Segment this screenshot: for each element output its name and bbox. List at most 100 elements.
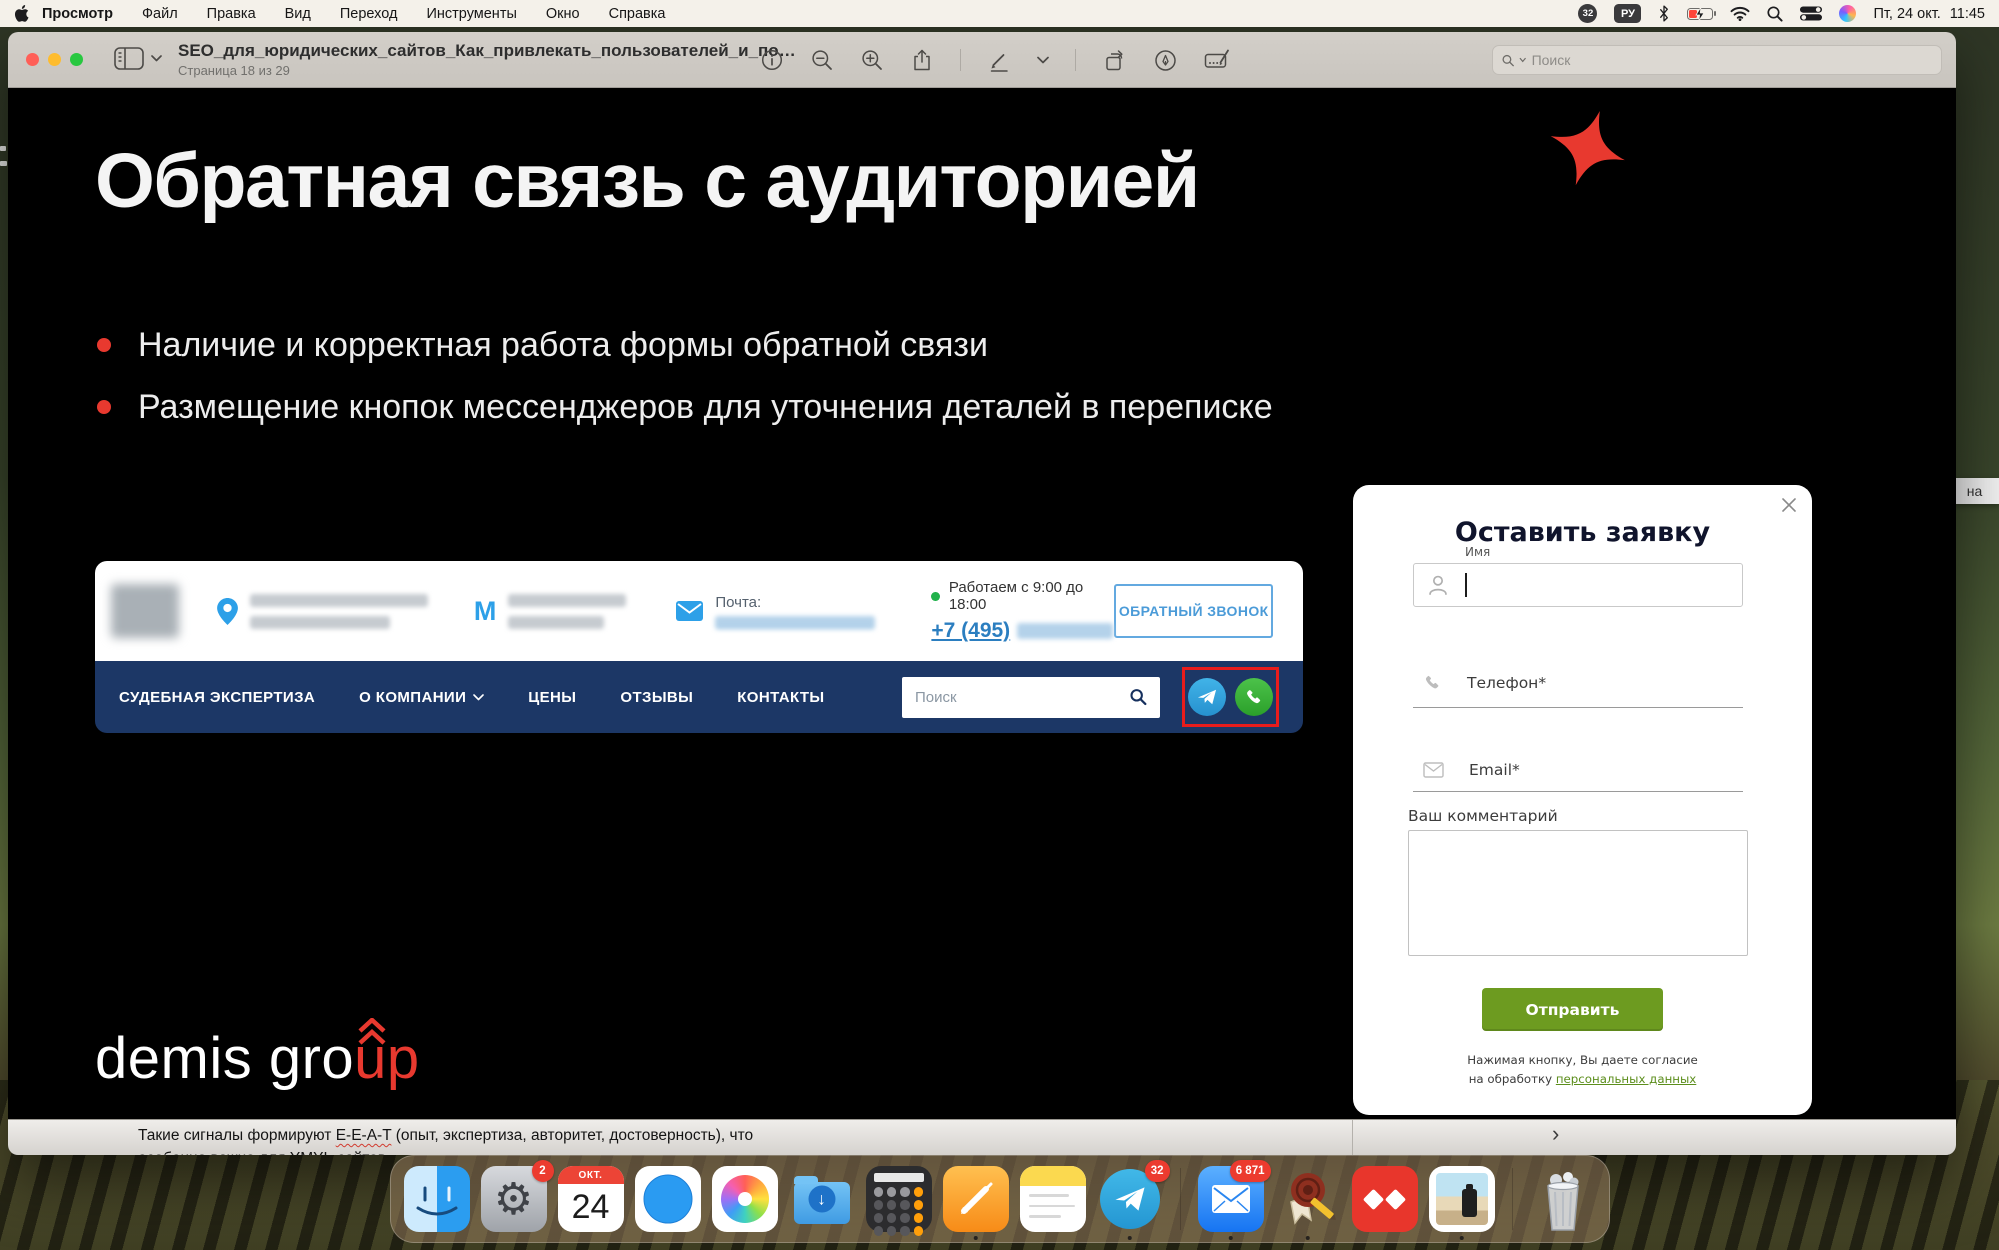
phone-label: Телефон* bbox=[1467, 674, 1546, 692]
phone-blurred bbox=[1017, 623, 1113, 639]
pen-circle-button[interactable] bbox=[1153, 48, 1178, 73]
minimize-window-button[interactable] bbox=[48, 53, 61, 66]
personal-data-link[interactable]: персональных данных bbox=[1556, 1072, 1696, 1086]
bullet-item: Размещение кнопок мессенджеров для уточн… bbox=[95, 383, 1295, 432]
calendar-month: ОКТ. bbox=[558, 1166, 624, 1184]
control-center-icon[interactable] bbox=[1800, 6, 1822, 21]
badge: 2 bbox=[532, 1160, 554, 1182]
dock-image-viewer[interactable] bbox=[1429, 1166, 1495, 1232]
markup-chevron-button[interactable] bbox=[1037, 56, 1049, 64]
zoom-window-button[interactable] bbox=[70, 53, 83, 66]
dock-divider bbox=[1180, 1168, 1181, 1230]
dock-calendar[interactable]: ОКТ. 24 bbox=[558, 1166, 624, 1232]
dock-photos[interactable] bbox=[712, 1166, 778, 1232]
desktop: { "accent_colors": { "slide_red": "#e839… bbox=[0, 0, 1999, 1250]
running-indicator bbox=[973, 1236, 978, 1241]
apple-menu-icon[interactable] bbox=[14, 4, 30, 23]
menu-help[interactable]: Справка bbox=[609, 6, 666, 22]
email-field[interactable]: Email* bbox=[1423, 761, 1520, 779]
dock-trash[interactable] bbox=[1530, 1166, 1596, 1232]
consent-text: Нажимая кнопку, Вы даете согласие на обр… bbox=[1353, 1051, 1812, 1089]
site-email-block: Почта: bbox=[715, 594, 875, 629]
running-indicator bbox=[1127, 1236, 1132, 1241]
sidebar-toggle-button[interactable] bbox=[114, 47, 162, 70]
battery-icon[interactable] bbox=[1687, 8, 1713, 20]
zoom-out-button[interactable] bbox=[810, 48, 834, 72]
telegram-icon[interactable] bbox=[1188, 678, 1226, 716]
pen-icon bbox=[956, 1179, 996, 1219]
site-phone[interactable]: +7 (495) bbox=[931, 619, 1114, 643]
consent-line2: на обработку персональных данных bbox=[1353, 1070, 1812, 1089]
diamond-icon bbox=[1363, 1188, 1384, 1209]
window-titlebar[interactable]: SEO_для_юридических_сайтов_Как_привлекат… bbox=[8, 32, 1956, 88]
dock-notes[interactable] bbox=[1020, 1166, 1086, 1232]
telegram-status-icon[interactable]: 32 bbox=[1578, 4, 1597, 23]
menu-edit[interactable]: Правка bbox=[207, 6, 256, 22]
form-fill-button[interactable] bbox=[1204, 48, 1230, 72]
name-field[interactable] bbox=[1413, 563, 1743, 607]
running-indicator bbox=[1459, 1236, 1464, 1241]
badge: 6 871 bbox=[1230, 1160, 1271, 1182]
submit-button[interactable]: Отправить bbox=[1482, 988, 1663, 1031]
markup-pencil-button[interactable] bbox=[987, 48, 1011, 72]
phone-field[interactable]: Телефон* bbox=[1423, 673, 1546, 692]
dock-safari[interactable] bbox=[635, 1166, 701, 1232]
site-navbar: СУДЕБНАЯ ЭКСПЕРТИЗА О КОМПАНИИ ЦЕНЫ ОТЗЫ… bbox=[95, 661, 1303, 733]
comment-textarea[interactable] bbox=[1408, 830, 1748, 956]
nav-about[interactable]: О КОМПАНИИ bbox=[359, 689, 484, 706]
next-page-text-clipped: особенно важно для YMYL-сайтов bbox=[138, 1150, 386, 1155]
nav-prices[interactable]: ЦЕНЫ bbox=[528, 689, 576, 706]
dock-certificate-tool[interactable] bbox=[1275, 1166, 1341, 1232]
wifi-icon[interactable] bbox=[1730, 6, 1750, 21]
whatsapp-icon[interactable] bbox=[1235, 678, 1273, 716]
dock-red-diamond-app[interactable] bbox=[1352, 1166, 1418, 1232]
share-button[interactable] bbox=[910, 48, 934, 72]
menu-app[interactable]: Просмотр bbox=[42, 6, 113, 22]
search-input[interactable] bbox=[1532, 52, 1932, 68]
spotlight-icon[interactable] bbox=[1767, 6, 1783, 22]
name-label: Имя bbox=[1465, 545, 1490, 559]
menu-file[interactable]: Файл bbox=[142, 6, 178, 22]
dock-finder[interactable] bbox=[404, 1166, 470, 1232]
dock-downloads-folder[interactable]: ↓ bbox=[789, 1166, 855, 1232]
nav-expertise[interactable]: СУДЕБНАЯ ЭКСПЕРТИЗА bbox=[119, 689, 315, 706]
menu-bar-clock[interactable]: Пт, 24 окт. 11:45 bbox=[1873, 6, 1985, 22]
calendar-day: 24 bbox=[558, 1184, 624, 1230]
dock-system-settings[interactable]: ⚙ 2 bbox=[481, 1166, 547, 1232]
menu-window[interactable]: Окно bbox=[546, 6, 580, 22]
comment-label: Ваш комментарий bbox=[1408, 807, 1558, 825]
menu-tools[interactable]: Инструменты bbox=[426, 6, 516, 22]
siri-icon[interactable] bbox=[1839, 5, 1856, 22]
input-source-icon[interactable]: РУ bbox=[1614, 4, 1641, 23]
next-page-chevron-icon[interactable]: › bbox=[1552, 1121, 1559, 1147]
menu-bar: Просмотр Файл Правка Вид Переход Инструм… bbox=[0, 0, 1999, 27]
demis-group-logo: demis gro up bbox=[95, 1025, 420, 1092]
site-search-input[interactable] bbox=[915, 689, 1130, 706]
chip-text: на bbox=[1967, 483, 1983, 499]
traffic-lights bbox=[26, 53, 83, 66]
toolbar-search-field[interactable] bbox=[1492, 45, 1942, 75]
nav-contacts[interactable]: КОНТАКТЫ bbox=[737, 689, 824, 706]
menu-view[interactable]: Вид bbox=[285, 6, 311, 22]
next-page-preview[interactable]: Такие сигналы формируют E-E-A-T (опыт, э… bbox=[8, 1119, 1956, 1155]
close-window-button[interactable] bbox=[26, 53, 39, 66]
rotate-left-button[interactable] bbox=[1102, 48, 1127, 73]
dock-telegram[interactable]: 32 bbox=[1097, 1166, 1163, 1232]
background-window-fragment bbox=[0, 146, 6, 151]
close-icon[interactable] bbox=[1781, 497, 1797, 517]
text-cursor bbox=[1465, 573, 1467, 597]
dock-pages[interactable] bbox=[943, 1166, 1009, 1232]
site-search-field[interactable] bbox=[902, 677, 1160, 718]
menu-go[interactable]: Переход bbox=[340, 6, 398, 22]
callback-button[interactable]: ОБРАТНЫЙ ЗВОНОК bbox=[1114, 584, 1273, 638]
info-button[interactable] bbox=[760, 48, 784, 72]
chevron-down-icon bbox=[151, 55, 162, 62]
photo-thumbnail bbox=[1436, 1173, 1488, 1225]
dock-calculator[interactable] bbox=[866, 1166, 932, 1232]
bluetooth-icon[interactable] bbox=[1658, 5, 1670, 22]
zoom-in-button[interactable] bbox=[860, 48, 884, 72]
site-email-blurred[interactable] bbox=[715, 616, 875, 629]
phone-prefix[interactable]: +7 (495) bbox=[931, 619, 1010, 643]
dock-mail[interactable]: 6 871 bbox=[1198, 1166, 1264, 1232]
nav-reviews[interactable]: ОТЗЫВЫ bbox=[620, 689, 693, 706]
